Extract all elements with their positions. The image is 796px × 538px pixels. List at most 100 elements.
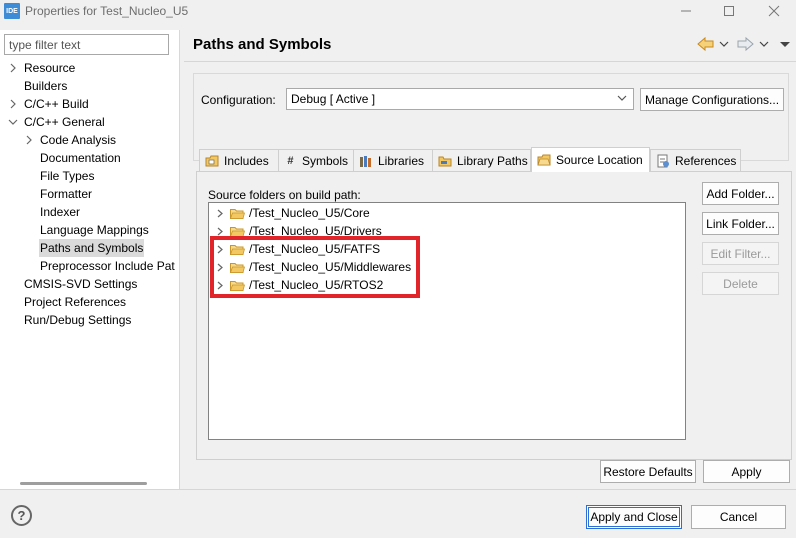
tab-libraries[interactable]: Libraries (353, 149, 433, 171)
folder-row[interactable]: /Test_Nucleo_U5/Drivers (209, 222, 679, 240)
apply-and-close-button[interactable]: Apply and Close (586, 505, 682, 529)
nav-item[interactable]: Indexer (0, 203, 180, 221)
title-bar: IDE Properties for Test_Nucleo_U5 (0, 0, 796, 22)
libraries-icon (359, 154, 373, 168)
nav-item-label: C/C++ General (24, 115, 105, 129)
nav-item-label: CMSIS-SVD Settings (24, 277, 138, 291)
folder-icon (230, 209, 245, 219)
source-folders-heading: Source folders on build path: (208, 188, 361, 202)
nav-item[interactable]: Formatter (0, 185, 180, 203)
delete-button[interactable]: Delete (702, 272, 779, 295)
source-folder-icon (537, 153, 551, 167)
tab-includes[interactable]: Includes (199, 149, 279, 171)
nav-item-label: Formatter (40, 187, 93, 201)
ide-app-icon: IDE (4, 3, 20, 19)
link-folder-button[interactable]: Link Folder... (702, 212, 779, 235)
chevron-right-icon[interactable] (24, 131, 34, 149)
nav-item-label: Code Analysis (40, 133, 117, 147)
folder-icon (438, 154, 452, 168)
folder-row[interactable]: /Test_Nucleo_U5/Core (209, 204, 679, 222)
folder-icon (230, 245, 245, 255)
restore-defaults-button[interactable]: Restore Defaults (600, 460, 696, 483)
chevron-down-icon (617, 91, 627, 108)
nav-item[interactable]: C/C++ General (0, 113, 180, 131)
source-folder-list[interactable]: /Test_Nucleo_U5/Core/Test_Nucleo_U5/Driv… (208, 202, 686, 440)
folder-path: /Test_Nucleo_U5/Core (249, 206, 370, 220)
nav-item[interactable]: Paths and Symbols (0, 239, 180, 257)
view-menu-icon (780, 42, 790, 47)
references-icon (656, 154, 670, 168)
folder-path: /Test_Nucleo_U5/FATFS (249, 242, 381, 256)
forward-arrow-icon (737, 36, 769, 52)
back-button[interactable] (696, 35, 732, 53)
tab-label: Library Paths (457, 153, 528, 168)
nav-item[interactable]: File Types (0, 167, 180, 185)
tab-label: Includes (224, 153, 269, 168)
nav-item[interactable]: C/C++ Build (0, 95, 180, 113)
folder-path: /Test_Nucleo_U5/RTOS2 (249, 278, 384, 292)
chevron-right-icon[interactable] (8, 59, 18, 77)
nav-item[interactable]: CMSIS-SVD Settings (0, 275, 180, 293)
nav-item[interactable]: Language Mappings (0, 221, 180, 239)
properties-page: Paths and Symbols Configuration: Debug [… (184, 22, 796, 490)
nav-item-label: C/C++ Build (24, 97, 89, 111)
folder-path: /Test_Nucleo_U5/Middlewares (249, 260, 412, 274)
back-arrow-icon (697, 36, 729, 52)
edit-filter-button[interactable]: Edit Filter... (702, 242, 779, 265)
nav-item-label: Preprocessor Include Pat (40, 259, 175, 273)
close-icon (768, 5, 780, 17)
nav-item-label: Indexer (40, 205, 81, 219)
horizontal-scrollbar[interactable] (20, 482, 147, 485)
nav-item[interactable]: Documentation (0, 149, 180, 167)
button-bar-divider (0, 489, 796, 490)
nav-item-label: Language Mappings (40, 223, 149, 237)
tab-label: Libraries (378, 153, 425, 168)
cancel-button[interactable]: Cancel (691, 505, 786, 529)
tab-symbols[interactable]: # Symbols (278, 149, 354, 171)
nav-item-label: Documentation (40, 151, 121, 165)
folder-row[interactable]: /Test_Nucleo_U5/FATFS (209, 240, 679, 258)
chevron-right-icon[interactable] (216, 276, 224, 301)
minimize-button[interactable] (666, 0, 706, 22)
nav-item-label: Builders (24, 79, 68, 93)
folder-row[interactable]: /Test_Nucleo_U5/Middlewares (209, 258, 679, 276)
folder-path: /Test_Nucleo_U5/Drivers (249, 224, 382, 238)
filter-input[interactable] (4, 34, 169, 55)
tab-references[interactable]: References (650, 149, 741, 171)
nav-item[interactable]: Preprocessor Include Pat (0, 257, 180, 275)
nav-item-label: File Types (40, 169, 95, 183)
tab-label: Source Location (556, 153, 643, 167)
nav-item-label: Resource (24, 61, 76, 75)
page-title: Paths and Symbols (193, 36, 332, 53)
view-menu-button[interactable] (778, 35, 792, 53)
tab-source-location[interactable]: Source Location (531, 147, 650, 172)
source-location-panel: Source folders on build path: /Test_Nucl… (196, 171, 792, 460)
configuration-select[interactable]: Debug [ Active ] (286, 88, 634, 110)
nav-item[interactable]: Builders (0, 77, 180, 95)
navigation-tree: Resource Builders C/C++ Build C/C++ General… (0, 59, 180, 329)
folder-icon (230, 281, 245, 291)
maximize-icon (724, 6, 734, 16)
tab-library-paths[interactable]: Library Paths (432, 149, 531, 171)
add-folder-button[interactable]: Add Folder... (702, 182, 779, 205)
tab-label: References (675, 153, 737, 168)
window-title: Properties for Test_Nucleo_U5 (25, 4, 189, 18)
help-icon[interactable]: ? (11, 505, 32, 526)
forward-button[interactable] (736, 35, 772, 53)
nav-item[interactable]: Project References (0, 293, 180, 311)
close-button[interactable] (754, 0, 794, 22)
tab-bar: Includes # Symbols Libraries Library Pat… (196, 147, 766, 172)
chevron-right-icon[interactable] (8, 95, 18, 113)
chevron-down-icon[interactable] (8, 113, 18, 131)
tab-label: Symbols (301, 153, 348, 168)
folder-row[interactable]: /Test_Nucleo_U5/RTOS2 (209, 276, 679, 294)
maximize-button[interactable] (709, 0, 749, 22)
apply-button[interactable]: Apply (703, 460, 790, 483)
nav-item[interactable]: Code Analysis (0, 131, 180, 149)
configuration-label: Configuration: (201, 93, 276, 107)
nav-item[interactable]: Run/Debug Settings (0, 311, 180, 329)
folder-icon (230, 227, 245, 237)
manage-configurations-button[interactable]: Manage Configurations... (640, 88, 784, 111)
header-divider (184, 61, 796, 62)
nav-item[interactable]: Resource (0, 59, 180, 77)
